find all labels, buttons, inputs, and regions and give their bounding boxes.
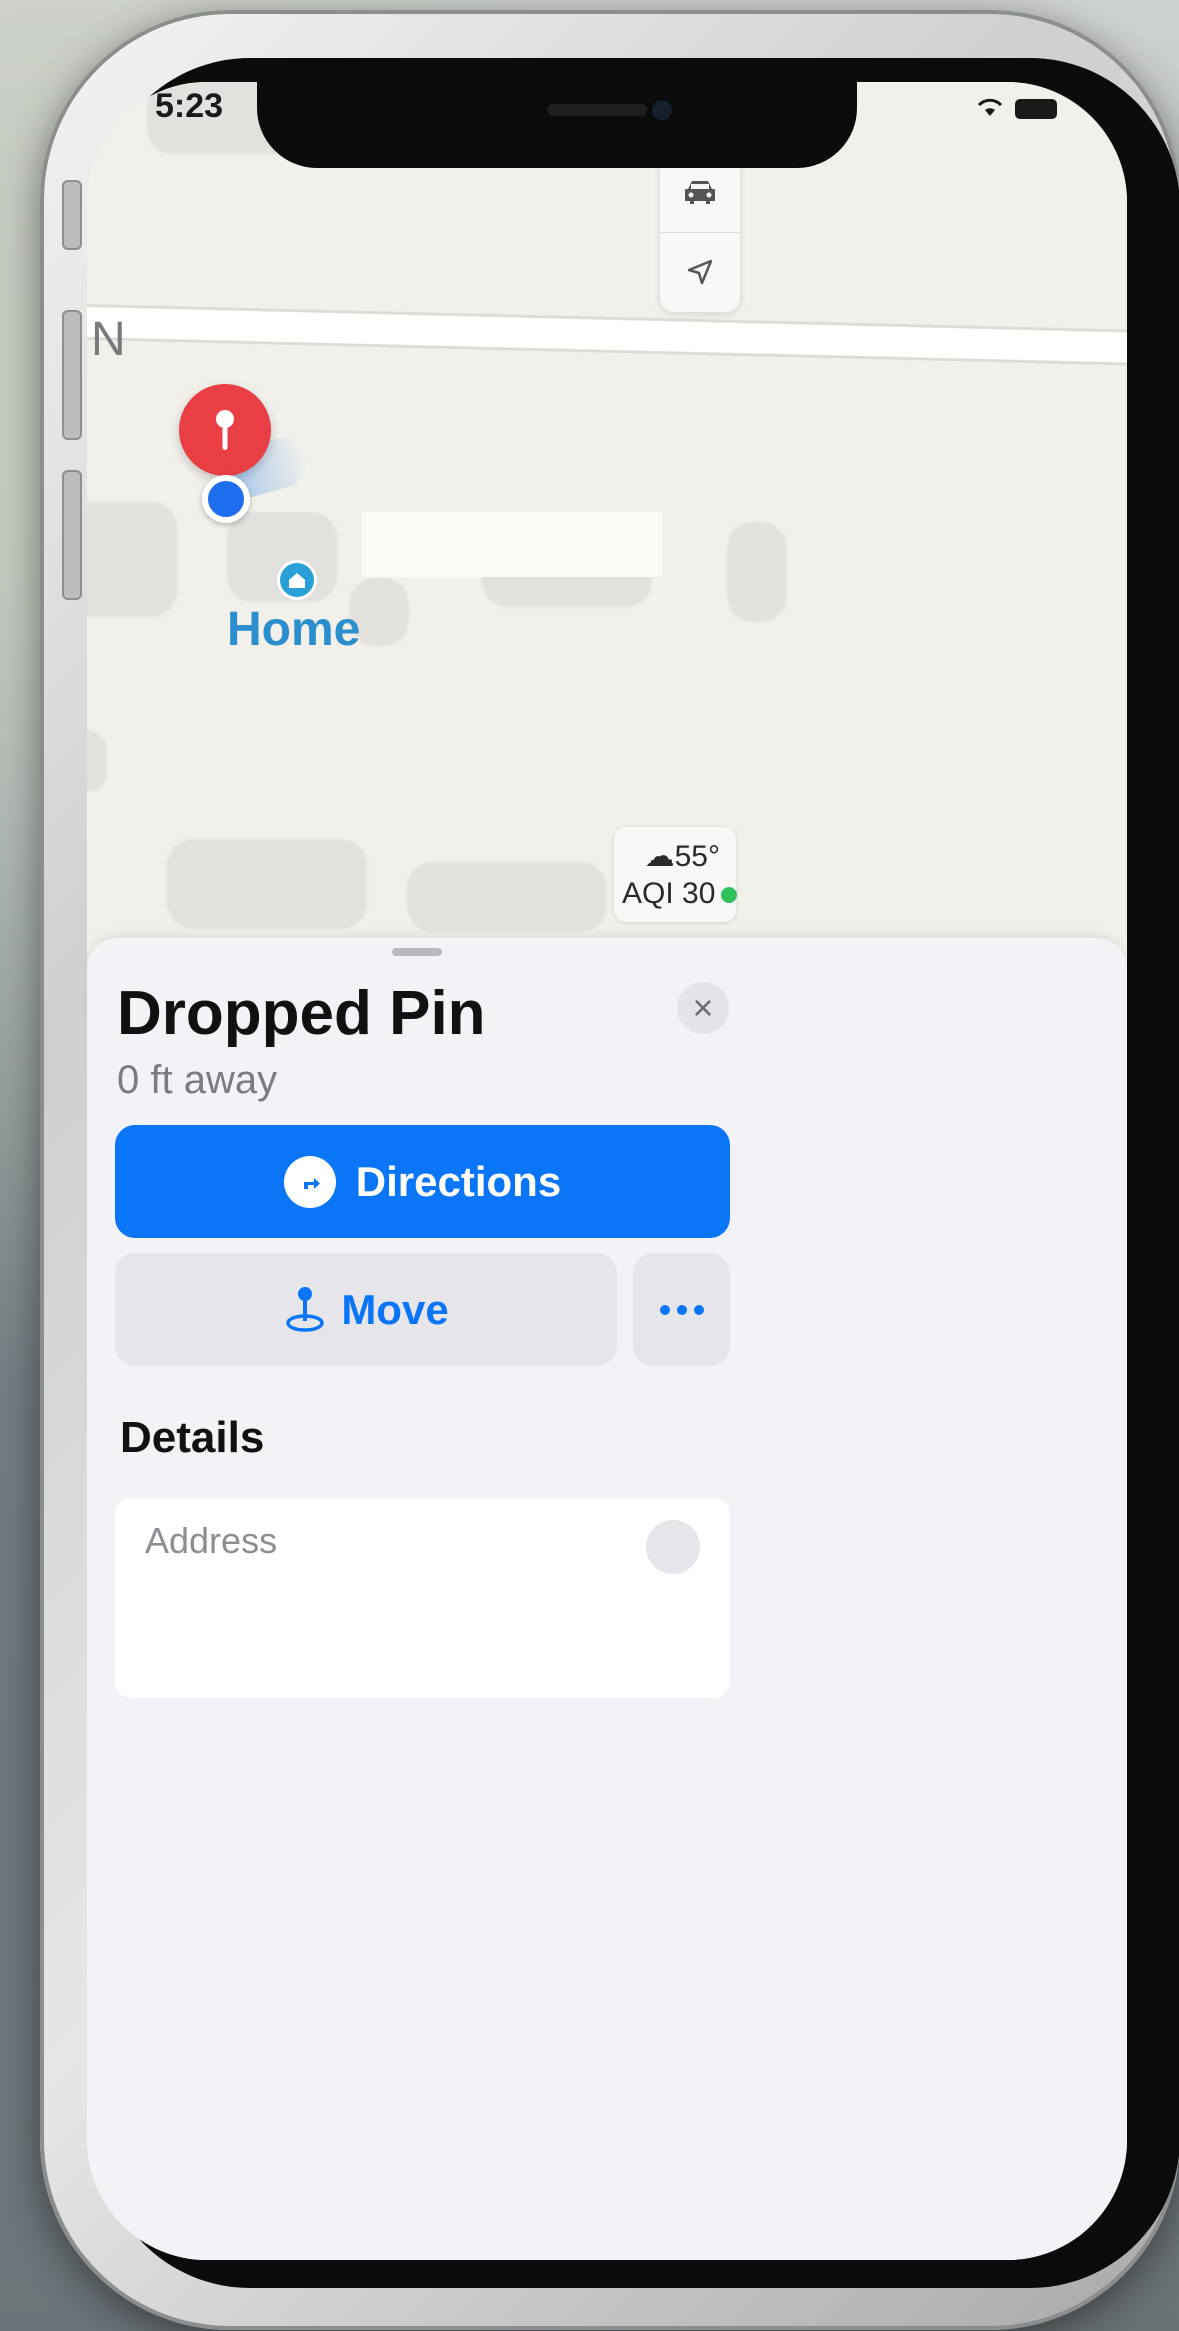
status-icons	[975, 92, 1057, 126]
map-building	[167, 839, 367, 929]
sheet-grabber[interactable]	[392, 948, 442, 956]
address-label: Address	[145, 1520, 278, 1561]
aqi-indicator: AQI 30	[622, 877, 738, 911]
directions-icon	[283, 1155, 336, 1208]
status-time: 5:23	[155, 87, 224, 125]
cloud-icon: ☁	[644, 840, 675, 873]
move-label: Move	[341, 1285, 449, 1333]
locate-me-button[interactable]	[660, 232, 740, 312]
place-sheet: Dropped Pin 0 ft away × Directions Move …	[87, 938, 1127, 2260]
move-pin-icon	[286, 1286, 325, 1332]
close-button[interactable]: ×	[677, 982, 729, 1034]
pin-icon	[216, 410, 234, 450]
details-heading: Details	[120, 1413, 265, 1462]
volume-down-button	[62, 470, 82, 600]
front-camera	[652, 100, 672, 120]
home-icon[interactable]	[277, 560, 317, 600]
home-label[interactable]: Home	[227, 602, 360, 657]
more-button[interactable]	[633, 1253, 730, 1366]
share-icon[interactable]	[646, 1520, 700, 1574]
notch	[257, 82, 857, 168]
more-icon	[659, 1304, 670, 1315]
map-highlight	[362, 512, 662, 577]
car-icon	[685, 181, 715, 204]
battery-icon	[1015, 99, 1057, 119]
directions-button[interactable]: Directions	[115, 1125, 730, 1238]
map-building	[727, 522, 787, 622]
map-building	[87, 502, 177, 617]
current-location-dot	[202, 475, 250, 523]
directions-label: Directions	[355, 1157, 562, 1205]
sheet-title: Dropped Pin	[117, 979, 486, 1048]
more-icon-dot	[676, 1304, 687, 1315]
weather-temp: ☁55°	[644, 840, 720, 873]
more-icon-dot	[693, 1304, 704, 1315]
map-building	[407, 862, 607, 932]
close-icon: ×	[692, 987, 714, 1028]
address-card[interactable]: Address	[115, 1498, 730, 1698]
speaker	[547, 104, 647, 116]
dropped-pin-marker[interactable]	[179, 384, 271, 476]
distance-label: 0 ft away	[117, 1058, 278, 1102]
location-arrow-icon	[687, 259, 713, 285]
move-button[interactable]: Move	[115, 1253, 617, 1366]
screen: N Home ☁55° AQI 30 5:23 Dropped Pin 0 ft…	[87, 82, 1127, 2260]
volume-up-button	[62, 310, 82, 440]
map-building	[87, 730, 107, 792]
map-road	[87, 303, 1127, 367]
aqi-status-dot	[721, 887, 738, 904]
weather-widget[interactable]: ☁55° AQI 30	[614, 827, 738, 922]
road-label: N	[91, 313, 126, 366]
map-controls	[660, 152, 740, 312]
wifi-icon	[975, 92, 1005, 126]
mute-switch	[62, 180, 82, 250]
